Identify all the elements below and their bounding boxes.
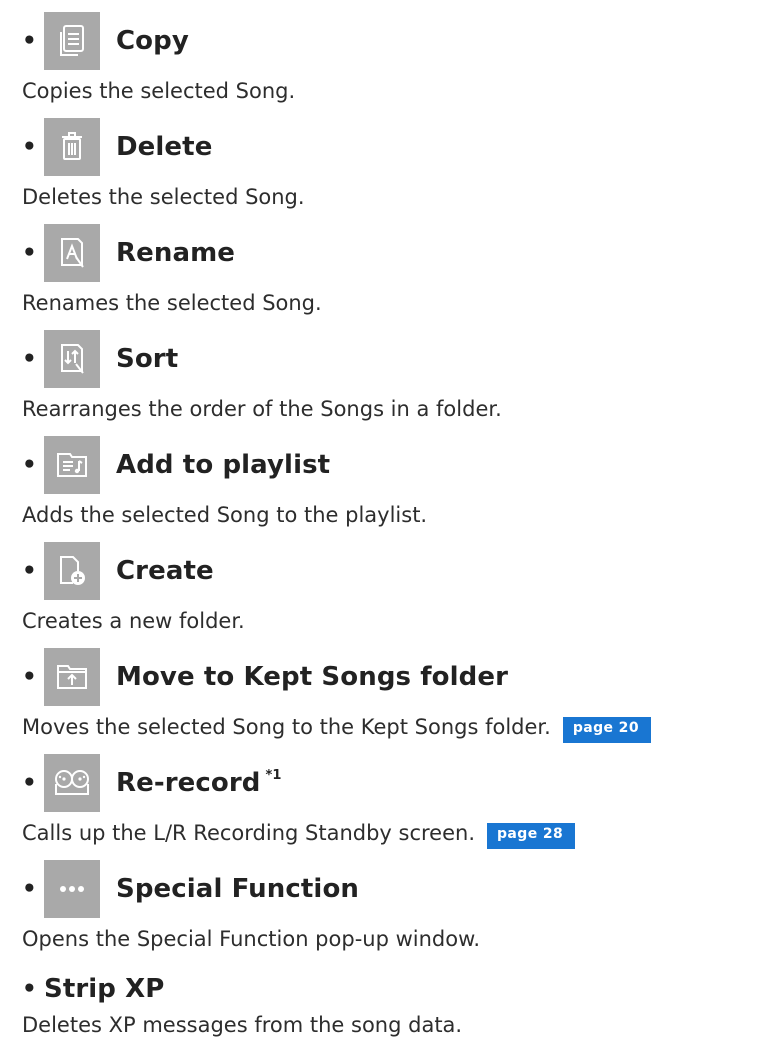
item-title: Copy [116, 26, 189, 56]
sort-icon [44, 330, 100, 388]
item-description: Adds the selected Song to the playlist. [22, 503, 428, 527]
list-item-copy: • Copy Copies the selected Song. [22, 12, 742, 104]
page-reference-link[interactable]: page 20 [562, 717, 651, 743]
bullet: • [22, 239, 37, 266]
list-item-sort: • Sort Rearranges the order of the Songs… [22, 330, 742, 422]
item-title: Sort [116, 344, 179, 374]
item-title: Re-record *1 [116, 768, 282, 798]
item-title-text: Re-record [116, 768, 261, 798]
function-list: • Copy Copies the selected Song. • Delet… [0, 0, 758, 1053]
list-item-delete: • Delete Deletes the selected Song. [22, 118, 742, 210]
page-reference-link[interactable]: page 28 [487, 823, 576, 849]
list-item-re-record: • Re-record *1 Calls up the L/R Recording… [22, 754, 742, 849]
description-text: Calls up the L/R Recording Standby scree… [22, 821, 476, 845]
more-dots-icon [44, 860, 100, 918]
move-to-folder-icon [44, 648, 100, 706]
list-item-special-function: • Special Function Opens the Special Fun… [22, 860, 742, 952]
item-description: Deletes the selected Song. [22, 185, 305, 209]
item-title: Rename [116, 238, 236, 268]
item-description: Creates a new folder. [22, 609, 245, 633]
bullet: • [22, 769, 37, 796]
rename-icon [44, 224, 100, 282]
item-description: Rearranges the order of the Songs in a f… [22, 397, 502, 421]
item-description: Calls up the L/R Recording Standby scree… [22, 820, 742, 849]
item-title: Move to Kept Songs folder [116, 662, 509, 692]
bullet: • [22, 451, 37, 478]
copy-icon [44, 12, 100, 70]
footnote-marker: *1 [265, 768, 282, 783]
list-item-move-to-kept-songs: • Move to Kept Songs folder Moves the se… [22, 648, 742, 743]
list-item-strip-xp: • Strip XP Deletes XP messages from the … [22, 972, 742, 1038]
item-description: Copies the selected Song. [22, 79, 296, 103]
bullet: • [22, 133, 37, 160]
item-title: Add to playlist [116, 450, 331, 480]
item-title: Create [116, 556, 214, 586]
item-title: Strip XP [44, 974, 165, 1004]
bullet: • [22, 27, 37, 54]
item-title: Delete [116, 132, 213, 162]
bullet: • [22, 557, 37, 584]
tape-record-icon [44, 754, 100, 812]
bullet: • [22, 875, 37, 902]
trash-icon [44, 118, 100, 176]
add-to-playlist-icon [44, 436, 100, 494]
create-folder-icon [44, 542, 100, 600]
item-description: Moves the selected Song to the Kept Song… [22, 714, 742, 743]
bullet: • [22, 663, 37, 690]
list-item-add-to-playlist: • Add to playlist Adds the selected Song… [22, 436, 742, 528]
list-item-create: • Create Creates a new folder. [22, 542, 742, 634]
item-description: Opens the Special Function pop-up window… [22, 927, 481, 951]
bullet: • [22, 345, 37, 372]
item-title: Special Function [116, 874, 360, 904]
description-text: Moves the selected Song to the Kept Song… [22, 715, 551, 739]
list-item-rename: • Rename Renames the selected Song. [22, 224, 742, 316]
bullet: • [22, 975, 37, 1002]
item-description: Deletes XP messages from the song data. [22, 1013, 463, 1037]
item-description: Renames the selected Song. [22, 291, 322, 315]
